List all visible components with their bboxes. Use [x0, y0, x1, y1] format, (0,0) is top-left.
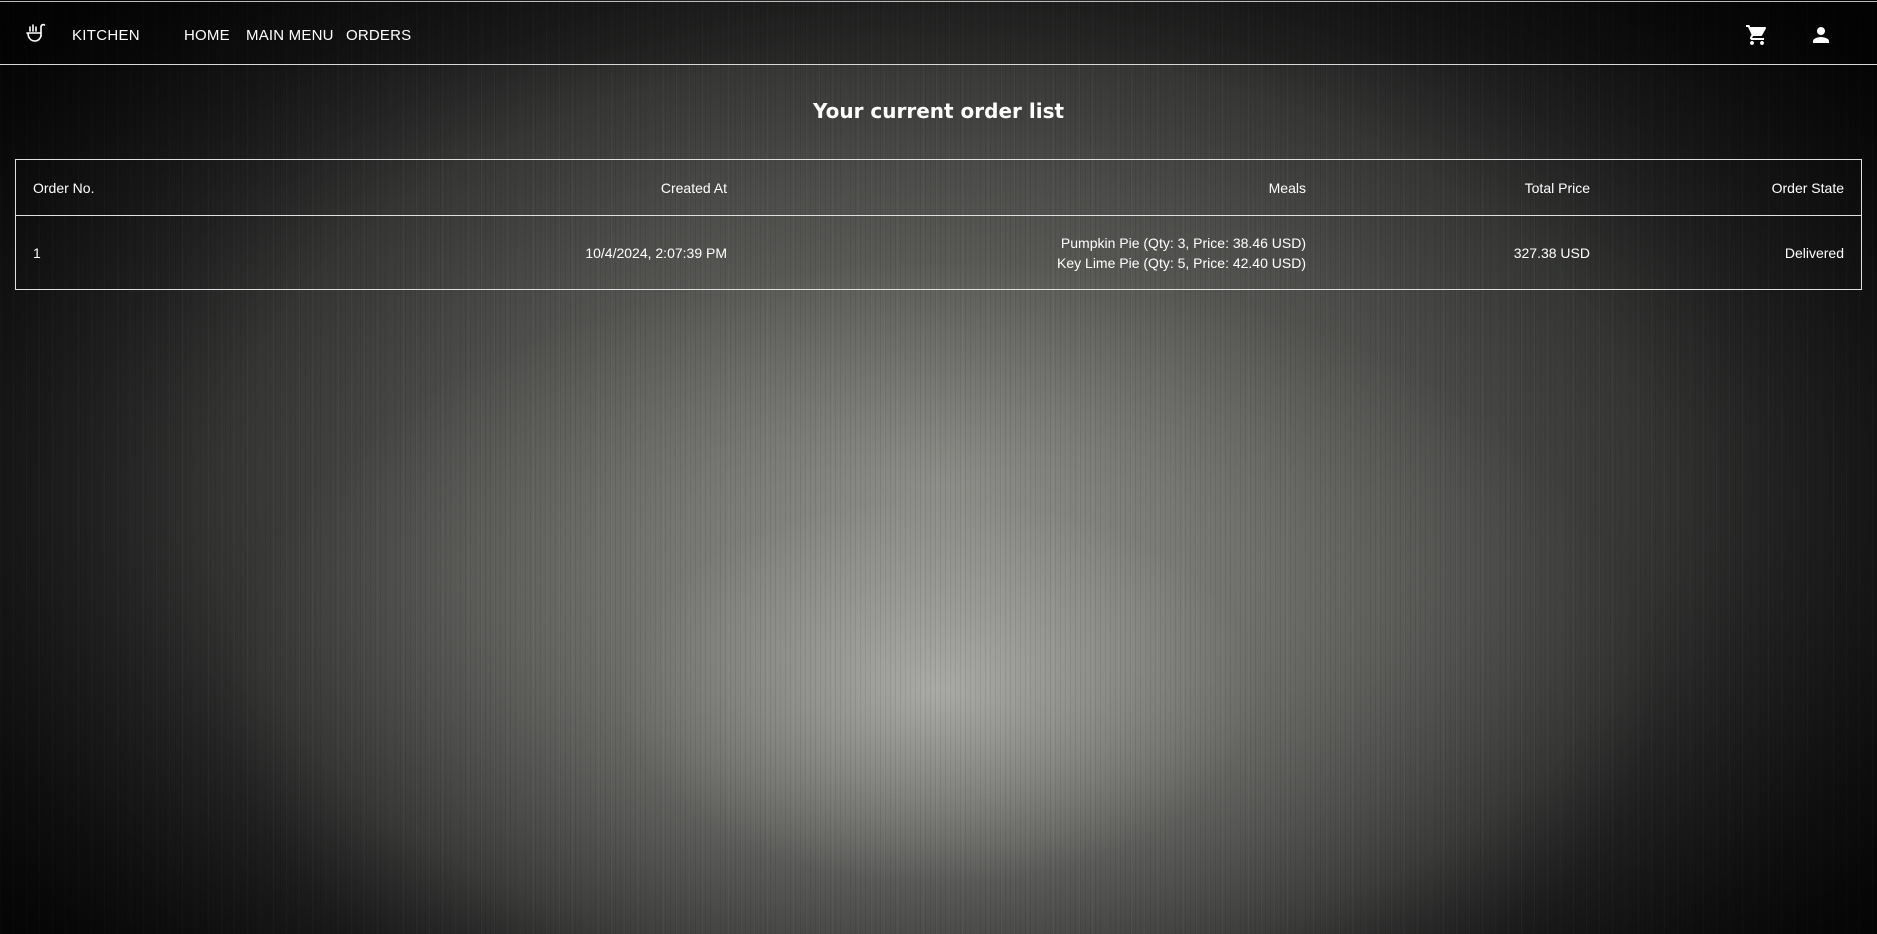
cart-icon[interactable]: [1745, 23, 1769, 47]
order-total-price: 327.38 USD: [1513, 244, 1590, 261]
background-texture: [0, 0, 1877, 934]
order-number: 1: [33, 244, 41, 261]
column-header-order-no: Order No.: [16, 160, 190, 216]
meal-item: Key Lime Pie (Qty: 5, Price: 42.40 USD): [1057, 254, 1306, 271]
nav-main-menu[interactable]: MAIN MENU: [246, 27, 334, 44]
column-header-meals: Meals: [744, 160, 1323, 216]
kitchen-utensils-icon[interactable]: [25, 22, 47, 44]
page-title: Your current order list: [812, 99, 1065, 123]
nav-home[interactable]: HOME: [184, 27, 230, 44]
order-meals: Pumpkin Pie (Qty: 3, Price: 38.46 USD) K…: [744, 216, 1323, 290]
order-state: Delivered: [1784, 244, 1844, 261]
nav-orders[interactable]: ORDERS: [346, 27, 411, 44]
column-header-order-state: Order State: [1607, 160, 1861, 216]
order-created-at: 10/4/2024, 2:07:39 PM: [585, 244, 727, 261]
column-header-created-at: Created At: [190, 160, 744, 216]
table-header-row: Order No. Created At Meals Total Price O…: [16, 160, 1861, 216]
meal-item: Pumpkin Pie (Qty: 3, Price: 38.46 USD): [1060, 234, 1306, 251]
brand-name[interactable]: KITCHEN: [72, 27, 140, 44]
person-icon[interactable]: [1809, 23, 1833, 47]
orders-table: Order No. Created At Meals Total Price O…: [15, 159, 1862, 290]
background-vignette: [0, 0, 1877, 934]
top-navigation-bar: KITCHEN HOME MAIN MENU ORDERS: [0, 1, 1877, 65]
table-row[interactable]: 1 10/4/2024, 2:07:39 PM Pumpkin Pie (Qty…: [16, 216, 1861, 290]
column-header-total-price: Total Price: [1323, 160, 1607, 216]
